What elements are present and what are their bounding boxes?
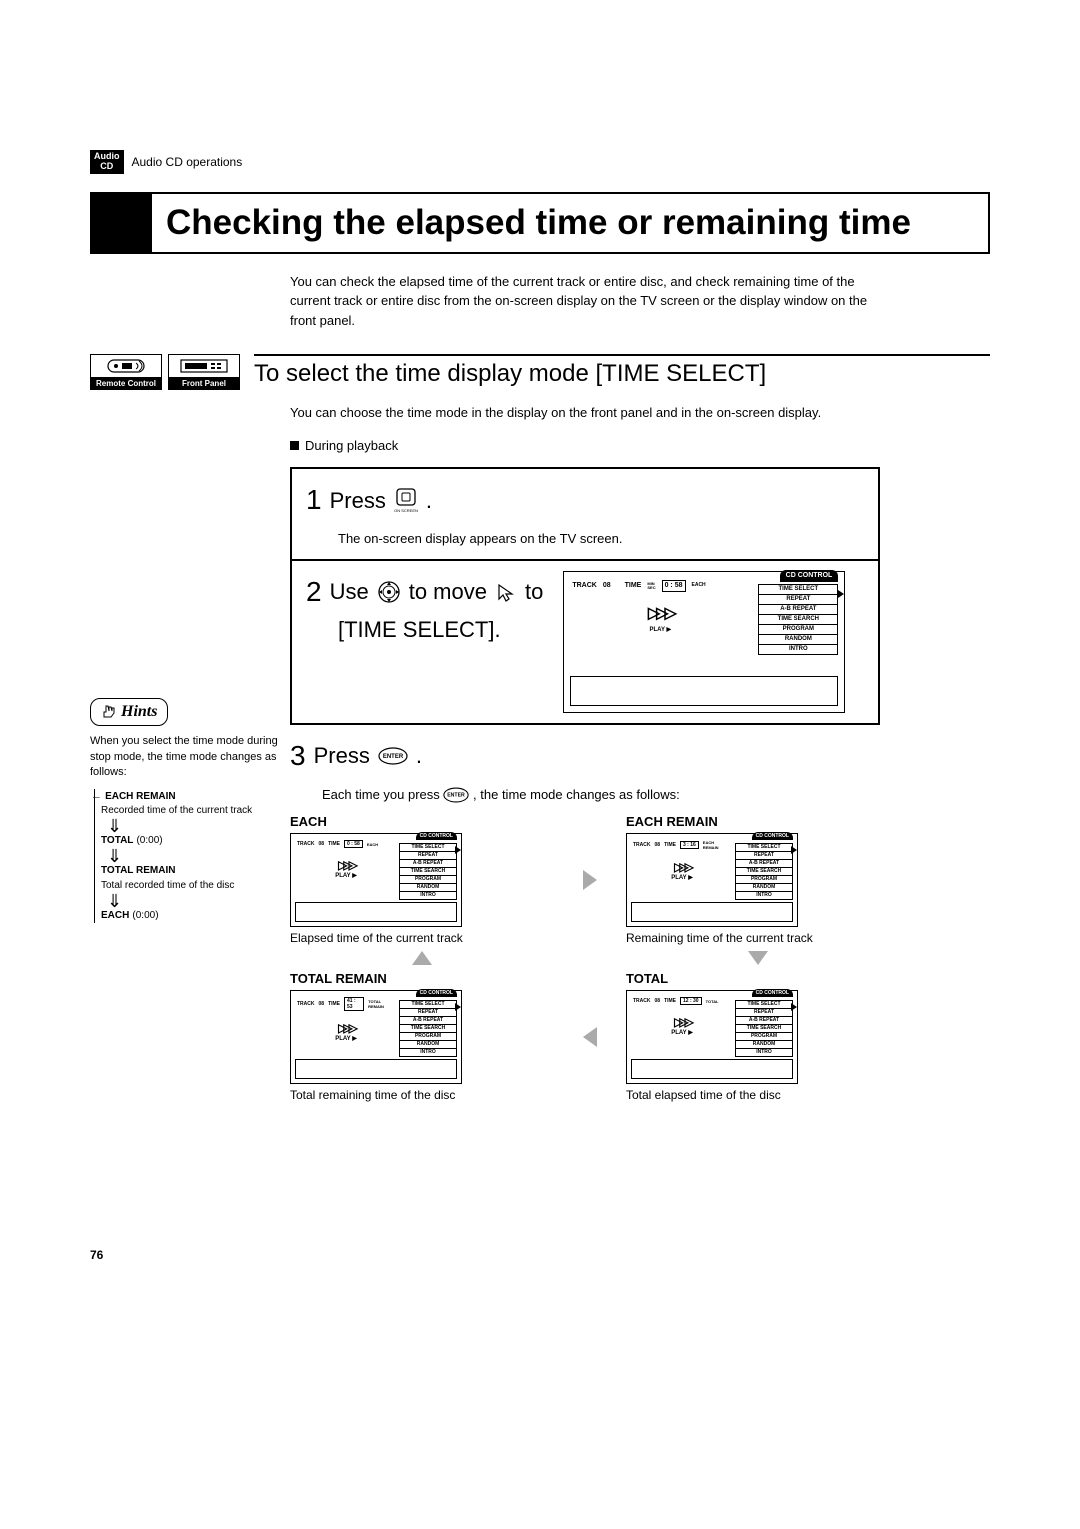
play-forward-icon: ▷▷▷: [572, 602, 748, 626]
arrow-down-icon: [626, 951, 890, 965]
page-title-row: Checking the elapsed time or remaining t…: [90, 192, 990, 254]
hints-sidebar: Hints When you select the time mode duri…: [90, 698, 280, 927]
arrow-right-icon: [560, 870, 620, 890]
step-3-text-a: Press: [314, 739, 370, 772]
breadcrumb-text: Audio CD operations: [132, 155, 243, 169]
section-intro: You can choose the time mode in the disp…: [290, 403, 880, 423]
osd-large: CD CONTROL TIME SELECT REPEAT A-B REPEAT…: [563, 571, 845, 713]
mode-total-remain: TOTAL REMAIN CD CONTROL TIME SELECTREPEA…: [290, 971, 554, 1102]
hint-item: TOTAL (0:00): [101, 833, 280, 848]
cursor-arrow-icon: [495, 581, 517, 603]
osd-menu: TIME SELECT REPEAT A-B REPEAT TIME SEARC…: [758, 584, 838, 655]
step-1-text-b: .: [426, 484, 432, 517]
step-2-text-c: to: [525, 575, 543, 608]
step-3-desc: Each time you press ENTER , the time mod…: [322, 785, 880, 805]
step-2-number: 2: [306, 571, 322, 613]
osd-total: CD CONTROL TIME SELECTREPEATA-B REPEATTI…: [626, 990, 798, 1084]
menu-program: PROGRAM: [759, 625, 837, 635]
osd-each: CD CONTROL TIME SELECTREPEATA-B REPEATTI…: [290, 833, 462, 927]
down-arrow-icon: ⇓: [107, 822, 280, 831]
breadcrumb: Audio CD Audio CD operations: [90, 150, 990, 174]
page-number: 76: [90, 1248, 103, 1262]
hints-label: Hints: [90, 698, 168, 726]
step-2-text-a: Use: [330, 575, 369, 608]
arrow-up-icon: [290, 951, 554, 965]
step-1-text-a: Press: [330, 484, 386, 517]
step-3: 3 Press ENTER . Each time you press ENTE…: [290, 725, 880, 815]
arrow-left-icon: [560, 1027, 620, 1047]
osd-each-remain: CD CONTROL TIME SELECTREPEATA-B REPEATTI…: [626, 833, 798, 927]
onscreen-button-icon: ON SCREEN: [394, 487, 418, 513]
osd-total-remain: CD CONTROL TIME SELECTREPEATA-B REPEATTI…: [290, 990, 462, 1084]
step-2-text-b: to move: [409, 575, 487, 608]
step-1-number: 1: [306, 479, 322, 521]
step-2-text-d: [TIME SELECT].: [338, 613, 543, 646]
front-panel-icon: [169, 355, 239, 378]
condition-text: During playback: [305, 436, 398, 456]
front-panel-indicator: Front Panel: [168, 354, 240, 390]
mode-each: EACH CD CONTROL TIME SELECTREPEATA-B REP…: [290, 814, 554, 945]
mode-each-remain: EACH REMAIN CD CONTROL TIME SELECTREPEAT…: [626, 814, 890, 945]
step-1-desc: The on-screen display appears on the TV …: [338, 529, 864, 549]
menu-repeat: REPEAT: [759, 595, 837, 605]
step-2: 2 Use to move to [TIME SELECT]. CD CONTR…: [290, 561, 880, 725]
audio-cd-badge: Audio CD: [90, 150, 124, 174]
joystick-icon: [377, 580, 401, 604]
menu-random: RANDOM: [759, 635, 837, 645]
section-title: To select the time display mode [TIME SE…: [254, 354, 990, 388]
hint-item: ← EACH REMAIN Recorded time of the curre…: [101, 789, 280, 818]
bullet-icon: [290, 441, 299, 450]
remote-control-indicator: Remote Control: [90, 354, 162, 390]
osd-pointer-icon: [838, 590, 844, 598]
enter-button-icon-inline: ENTER: [443, 787, 469, 803]
hint-item: EACH (0:00): [101, 908, 280, 923]
menu-ab-repeat: A-B REPEAT: [759, 605, 837, 615]
osd-tab: CD CONTROL: [780, 570, 839, 583]
svg-text:ENTER: ENTER: [383, 754, 404, 760]
device-indicators: Remote Control Front Panel: [90, 354, 240, 390]
hints-intro: When you select the time mode during sto…: [90, 734, 280, 780]
down-arrow-icon: ⇓: [107, 852, 280, 861]
step-3-text-b: .: [416, 739, 422, 772]
mode-total: TOTAL CD CONTROL TIME SELECTREPEATA-B RE…: [626, 971, 890, 1102]
menu-time-select: TIME SELECT: [759, 585, 837, 595]
svg-text:ENTER: ENTER: [448, 793, 466, 799]
step-3-number: 3: [290, 735, 306, 777]
menu-time-search: TIME SEARCH: [759, 615, 837, 625]
title-accent: [92, 194, 152, 252]
hint-item: TOTAL REMAIN Total recorded time of the …: [101, 863, 280, 892]
page-title: Checking the elapsed time or remaining t…: [152, 194, 988, 252]
enter-button-icon: ENTER: [378, 747, 408, 765]
osd-info: TRACK 08 TIME MINSEC 0 : 58 EACH ▷▷▷ PLA…: [572, 580, 748, 636]
intro-paragraph: You can check the elapsed time of the cu…: [290, 272, 880, 331]
osd-play-indicator: ▷▷▷ PLAY ▶: [572, 602, 748, 635]
modes-grid: EACH CD CONTROL TIME SELECTREPEATA-B REP…: [290, 814, 890, 1102]
step-1: 1 Press ON SCREEN . The on-screen displa…: [290, 467, 880, 561]
hand-icon: [101, 704, 117, 720]
svg-text:ON SCREEN: ON SCREEN: [394, 508, 418, 513]
down-arrow-icon: ⇓: [107, 897, 280, 906]
remote-icon: [91, 355, 161, 378]
condition-row: During playback: [290, 436, 880, 456]
menu-intro: INTRO: [759, 645, 837, 654]
